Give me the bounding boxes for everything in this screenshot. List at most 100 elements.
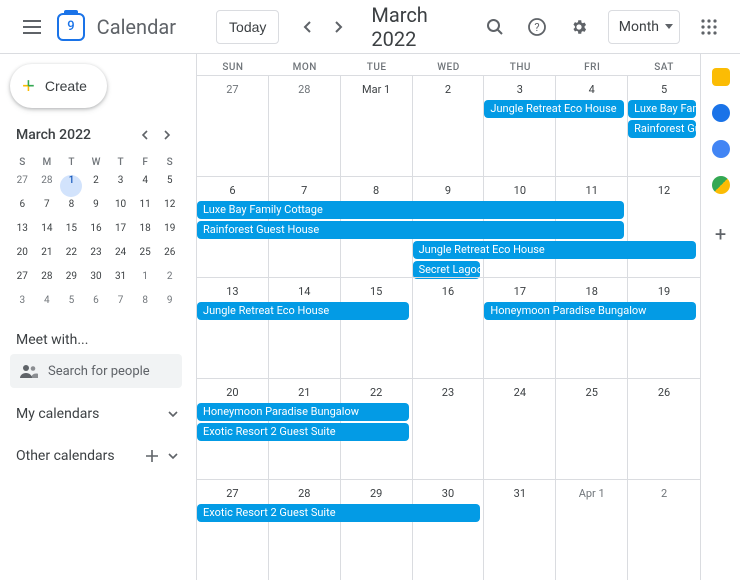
day-cell[interactable]: 16 — [413, 278, 485, 378]
calendar-event[interactable]: Jungle Retreat Eco House — [413, 241, 696, 259]
settings-button[interactable] — [560, 8, 598, 46]
mini-day[interactable]: 2 — [85, 175, 107, 197]
mini-day[interactable]: 25 — [134, 247, 156, 269]
mini-day[interactable]: 16 — [85, 223, 107, 245]
day-cell[interactable]: Apr 1 — [556, 480, 628, 580]
add-calendar-button[interactable] — [146, 450, 158, 462]
mini-day[interactable]: 28 — [36, 175, 58, 197]
mini-day[interactable]: 31 — [110, 271, 132, 293]
help-button[interactable]: ? — [518, 8, 556, 46]
mini-day[interactable]: 3 — [110, 175, 132, 197]
view-selector[interactable]: Month — [608, 10, 680, 44]
mini-day[interactable]: 22 — [60, 247, 82, 269]
calendar-event[interactable]: Luxe Bay Family Cottage — [628, 100, 696, 118]
my-calendars-toggle[interactable]: My calendars — [10, 398, 182, 430]
mini-day[interactable]: 13 — [11, 223, 33, 245]
main-menu-button[interactable] — [12, 7, 51, 47]
calendar-event[interactable]: Exotic Resort 2 Guest Suite — [197, 423, 409, 441]
day-cell[interactable]: 30 — [413, 480, 485, 580]
day-cell[interactable]: 13 — [197, 278, 269, 378]
mini-day[interactable]: 27 — [11, 175, 33, 197]
mini-day[interactable]: 20 — [11, 247, 33, 269]
mini-day[interactable]: 5 — [159, 175, 181, 197]
mini-calendar[interactable]: SMTWTFS272812345678910111213141516171819… — [10, 150, 182, 318]
mini-day[interactable]: 9 — [159, 295, 181, 317]
mini-day[interactable]: 7 — [110, 295, 132, 317]
google-apps-button[interactable] — [690, 8, 728, 46]
day-cell[interactable]: 2 — [413, 76, 485, 176]
mini-day[interactable]: 8 — [60, 199, 82, 221]
mini-day[interactable]: 27 — [11, 271, 33, 293]
get-addons-button[interactable]: + — [715, 222, 726, 246]
calendar-event[interactable]: Rainforest Guest House — [628, 120, 696, 138]
keep-icon[interactable] — [712, 68, 730, 86]
day-cell[interactable]: Mar 1 — [341, 76, 413, 176]
mini-day[interactable]: 1 — [60, 175, 82, 197]
calendar-event[interactable]: Exotic Resort 2 Guest Suite — [197, 504, 480, 522]
day-cell[interactable]: 14 — [269, 278, 341, 378]
tasks-icon[interactable] — [712, 104, 730, 122]
mini-day[interactable]: 17 — [110, 223, 132, 245]
create-button[interactable]: + Create — [10, 64, 107, 108]
day-cell[interactable]: 29 — [341, 480, 413, 580]
day-cell[interactable]: 27 — [197, 76, 269, 176]
day-cell[interactable]: 19 — [628, 278, 700, 378]
mini-day[interactable]: 3 — [11, 295, 33, 317]
day-cell[interactable]: 4 — [556, 76, 628, 176]
mini-day[interactable]: 6 — [85, 295, 107, 317]
mini-day[interactable]: 14 — [36, 223, 58, 245]
day-cell[interactable]: 3 — [484, 76, 556, 176]
mini-day[interactable]: 6 — [11, 199, 33, 221]
calendar-event[interactable]: Luxe Bay Family Cottage — [197, 201, 624, 219]
day-cell[interactable]: 18 — [556, 278, 628, 378]
calendar-event[interactable]: Honeymoon Paradise Bungalow — [197, 403, 409, 421]
mini-day[interactable]: 19 — [159, 223, 181, 245]
mini-day[interactable]: 9 — [85, 199, 107, 221]
day-cell[interactable]: 15 — [341, 278, 413, 378]
contacts-icon[interactable] — [712, 140, 730, 158]
calendar-event[interactable]: Rainforest Guest House — [197, 221, 624, 239]
mini-day[interactable]: 4 — [36, 295, 58, 317]
day-cell[interactable]: 2 — [628, 480, 700, 580]
mini-day[interactable]: 28 — [36, 271, 58, 293]
day-cell[interactable]: 17 — [484, 278, 556, 378]
mini-day[interactable]: 26 — [159, 247, 181, 269]
mini-day[interactable]: 23 — [85, 247, 107, 269]
mini-day[interactable]: 18 — [134, 223, 156, 245]
mini-day[interactable]: 10 — [110, 199, 132, 221]
prev-month-button[interactable] — [293, 12, 323, 42]
today-button[interactable]: Today — [216, 10, 279, 44]
day-cell[interactable]: 31 — [484, 480, 556, 580]
calendar-event[interactable]: Jungle Retreat Eco House — [197, 302, 409, 320]
mini-day[interactable]: 8 — [134, 295, 156, 317]
day-cell[interactable]: 12 — [628, 177, 700, 277]
maps-icon[interactable] — [712, 176, 730, 194]
mini-day[interactable]: 11 — [134, 199, 156, 221]
day-cell[interactable]: 27 — [197, 480, 269, 580]
mini-day[interactable]: 5 — [60, 295, 82, 317]
mini-day[interactable]: 2 — [159, 271, 181, 293]
mini-day[interactable]: 30 — [85, 271, 107, 293]
mini-prev-button[interactable] — [134, 124, 156, 146]
day-cell[interactable]: 24 — [484, 379, 556, 479]
calendar-event[interactable]: Jungle Retreat Eco House — [484, 100, 624, 118]
other-calendars-toggle[interactable]: Other calendars — [10, 440, 182, 472]
next-month-button[interactable] — [323, 12, 353, 42]
day-cell[interactable]: 26 — [628, 379, 700, 479]
day-cell[interactable]: 23 — [413, 379, 485, 479]
mini-next-button[interactable] — [156, 124, 178, 146]
mini-day[interactable]: 21 — [36, 247, 58, 269]
search-button[interactable] — [476, 8, 514, 46]
mini-day[interactable]: 29 — [60, 271, 82, 293]
mini-day[interactable]: 15 — [60, 223, 82, 245]
search-people-input[interactable]: Search for people — [10, 354, 182, 388]
mini-day[interactable]: 4 — [134, 175, 156, 197]
mini-day[interactable]: 24 — [110, 247, 132, 269]
mini-day[interactable]: 7 — [36, 199, 58, 221]
day-cell[interactable]: 25 — [556, 379, 628, 479]
mini-day[interactable]: 12 — [159, 199, 181, 221]
mini-day[interactable]: 1 — [134, 271, 156, 293]
calendar-event[interactable]: Honeymoon Paradise Bungalow — [484, 302, 696, 320]
day-cell[interactable]: 28 — [269, 76, 341, 176]
day-cell[interactable]: 28 — [269, 480, 341, 580]
